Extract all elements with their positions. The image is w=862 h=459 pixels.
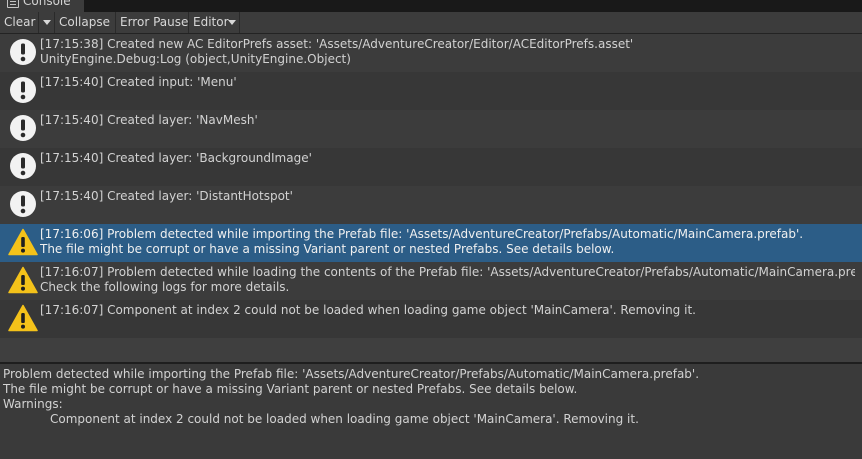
log-entry[interactable]: [17:16:07] Component at index 2 could no… — [0, 300, 862, 338]
warning-icon — [8, 228, 38, 256]
log-detail-pane[interactable]: Problem detected while importing the Pre… — [0, 364, 862, 459]
log-entry[interactable]: [17:15:40] Created input: 'Menu' — [0, 72, 862, 110]
log-entry-text: [17:15:40] Created input: 'Menu' — [40, 75, 237, 89]
log-entry-text: [17:16:06] Problem detected while import… — [40, 227, 804, 241]
console-toolbar: Clear Collapse Error Pause Editor — [0, 12, 862, 34]
detail-message-line: Problem detected while importing the Pre… — [3, 367, 700, 381]
log-entry-stacktrace: Check the following logs for more detail… — [40, 280, 290, 294]
log-entry-selected[interactable]: [17:16:06] Problem detected while import… — [0, 224, 862, 262]
info-icon — [10, 153, 36, 179]
log-entry[interactable]: [17:16:07] Problem detected while loadin… — [0, 262, 862, 300]
detail-warnings-heading: Warnings: — [3, 397, 63, 411]
clear-button[interactable]: Clear — [0, 12, 39, 33]
log-entry[interactable]: [17:15:40] Created layer: 'DistantHotspo… — [0, 186, 862, 224]
log-entry-text: [17:15:40] Created layer: 'DistantHotspo… — [40, 189, 293, 203]
log-entry-text: [17:15:40] Created layer: 'BackgroundIma… — [40, 151, 312, 165]
error-pause-toggle[interactable]: Error Pause — [116, 12, 189, 33]
info-icon — [10, 191, 36, 217]
info-icon — [10, 77, 36, 103]
info-icon — [10, 115, 36, 141]
detail-warning-item: Component at index 2 could not be loaded… — [50, 412, 639, 426]
log-entry-stacktrace: The file might be corrupt or have a miss… — [40, 242, 615, 256]
log-list[interactable]: [17:15:38] Created new AC EditorPrefs as… — [0, 34, 862, 362]
chevron-down-icon — [228, 20, 236, 25]
log-entry-text: [17:15:40] Created layer: 'NavMesh' — [40, 113, 258, 127]
log-entry[interactable]: [17:15:40] Created layer: 'BackgroundIma… — [0, 148, 862, 186]
log-entry-text: [17:15:38] Created new AC EditorPrefs as… — [40, 37, 634, 51]
log-entry[interactable]: [17:15:40] Created layer: 'NavMesh' — [0, 110, 862, 148]
warning-icon — [8, 266, 38, 294]
warning-icon — [8, 304, 38, 332]
editor-dropdown[interactable]: Editor — [189, 12, 240, 33]
tab-console[interactable]: Console — [0, 0, 84, 12]
info-icon — [10, 39, 36, 65]
chevron-down-icon — [43, 20, 51, 25]
tab-strip: Console — [0, 0, 862, 12]
log-entry[interactable]: [17:15:38] Created new AC EditorPrefs as… — [0, 34, 862, 72]
log-entry-stacktrace: UnityEngine.Debug:Log (object,UnityEngin… — [40, 52, 351, 66]
console-list-icon — [7, 0, 19, 8]
log-entry-text: [17:16:07] Problem detected while loadin… — [40, 265, 855, 279]
error-pause-toggle-label: Error Pause — [120, 15, 189, 29]
clear-button-label: Clear — [4, 15, 36, 29]
log-entry-text: [17:16:07] Component at index 2 could no… — [40, 303, 696, 317]
collapse-toggle[interactable]: Collapse — [55, 12, 116, 33]
tab-console-label: Console — [23, 0, 71, 8]
clear-options-dropdown[interactable] — [39, 12, 55, 33]
detail-message-line: The file might be corrupt or have a miss… — [3, 382, 578, 396]
editor-dropdown-label: Editor — [193, 15, 229, 29]
collapse-toggle-label: Collapse — [59, 15, 110, 29]
